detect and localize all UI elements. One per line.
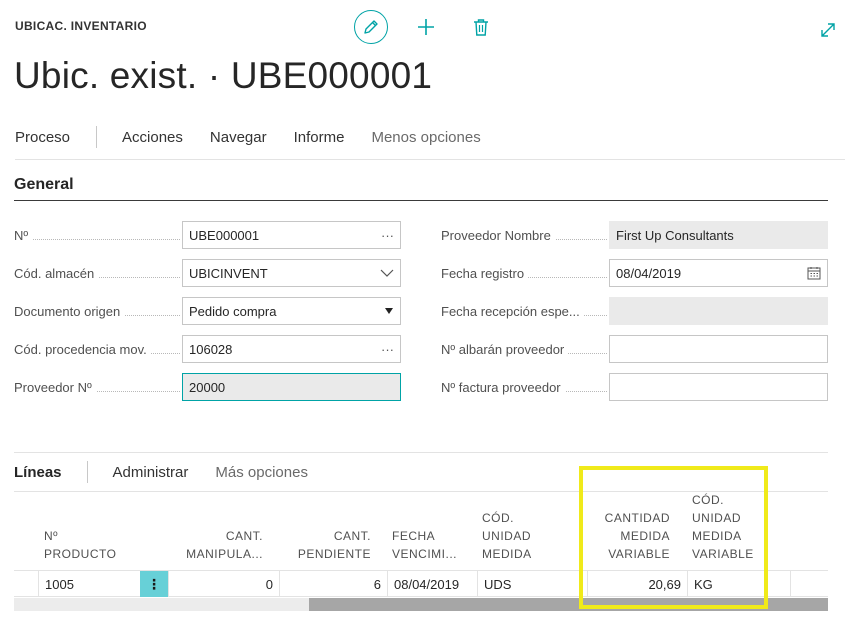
cell-cod-unidad[interactable]: UDS xyxy=(477,571,587,597)
vertical-ellipsis-icon: ⋮ xyxy=(147,575,161,592)
menu-more-options[interactable]: Más opciones xyxy=(215,464,308,481)
doc-origen-select[interactable]: Pedido compra xyxy=(182,297,401,325)
menu-navegar[interactable]: Navegar xyxy=(210,129,267,146)
chevron-down-icon[interactable] xyxy=(380,268,394,278)
trash-icon xyxy=(474,19,488,36)
row-menu-button[interactable]: ⋮ xyxy=(140,571,168,597)
label-procedencia: Cód. procedencia mov. xyxy=(14,342,180,357)
assist-edit-icon[interactable]: ··· xyxy=(381,228,394,243)
menu-less-options[interactable]: Menos opciones xyxy=(371,129,480,146)
calendar-icon[interactable] xyxy=(807,266,821,280)
label-no: Nº xyxy=(14,228,180,243)
section-divider xyxy=(14,200,828,201)
almacen-field[interactable]: UBICINVENT xyxy=(182,259,401,287)
section-general-title[interactable]: General xyxy=(14,176,74,194)
cell-cod-unidad-variable[interactable]: KG xyxy=(687,571,790,597)
page-caption: UBICAC. INVENTARIO xyxy=(15,19,147,33)
no-field[interactable]: UBE000001 ··· xyxy=(182,221,401,249)
factura-field[interactable] xyxy=(609,373,828,401)
label-factura: Nº factura proveedor xyxy=(441,380,607,395)
col-header-cod-unidad-medida-variable[interactable]: CÓD. UNIDAD MEDIDA VARIABLE xyxy=(692,491,754,563)
page-toolbar xyxy=(354,10,498,44)
delete-button[interactable] xyxy=(464,10,498,44)
caret-down-icon xyxy=(385,308,393,314)
col-header-producto[interactable]: Nº PRODUCTO xyxy=(44,527,116,563)
expand-icon xyxy=(821,23,835,37)
menu-informe[interactable]: Informe xyxy=(294,129,345,146)
new-button[interactable] xyxy=(409,10,443,44)
col-header-fecha-vencimiento[interactable]: FECHA VENCIMI... xyxy=(392,527,457,563)
table-row[interactable]: 1005 ⋮ 0 6 08/04/2019 UDS 20,69 KG xyxy=(14,570,828,597)
fecha-registro-field[interactable]: 08/04/2019 xyxy=(609,259,828,287)
procedencia-field[interactable]: 106028 ··· xyxy=(182,335,401,363)
edit-button[interactable] xyxy=(354,10,388,44)
proveedor-nombre-field: First Up Consultants xyxy=(609,221,828,249)
menu-administrar[interactable]: Administrar xyxy=(113,464,189,481)
menu-proceso[interactable]: Proceso xyxy=(15,129,70,146)
scrollbar-thumb[interactable] xyxy=(309,598,828,611)
pencil-icon xyxy=(364,20,378,34)
label-proveedor-nombre: Proveedor Nombre xyxy=(441,228,607,243)
cell-cantidad-variable[interactable]: 20,69 xyxy=(587,571,687,597)
label-proveedor-no: Proveedor Nº xyxy=(14,380,180,395)
col-header-cant-manipular[interactable]: CANT. MANIPULA... xyxy=(170,527,263,563)
action-bar: Proceso Acciones Navegar Informe Menos o… xyxy=(15,124,845,160)
label-albaran: Nº albarán proveedor xyxy=(441,342,607,357)
action-separator xyxy=(96,126,98,148)
cell-cant-pendiente[interactable]: 6 xyxy=(279,571,387,597)
label-fecha-recepcion: Fecha recepción espe... xyxy=(441,304,607,319)
lookup-dots-icon[interactable]: ··· xyxy=(381,342,394,357)
lines-title[interactable]: Líneas xyxy=(14,464,62,481)
lines-separator xyxy=(86,461,88,483)
lines-action-bar: Líneas Administrar Más opciones xyxy=(14,452,828,492)
fecha-recepcion-field xyxy=(609,297,828,325)
plus-icon xyxy=(418,19,434,35)
col-header-cod-unidad-medida[interactable]: CÓD. UNIDAD MEDIDA xyxy=(482,509,532,563)
label-almacen: Cód. almacén xyxy=(14,266,180,281)
expand-button[interactable] xyxy=(818,20,838,40)
label-fecha-registro: Fecha registro xyxy=(441,266,607,281)
label-doc-origen: Documento origen xyxy=(14,304,180,319)
col-header-cant-pendiente[interactable]: CANT. PENDIENTE xyxy=(280,527,371,563)
albaran-field[interactable] xyxy=(609,335,828,363)
col-header-cantidad-medida-variable[interactable]: CANTIDAD MEDIDA VARIABLE xyxy=(590,509,670,563)
cell-cant-manipular[interactable]: 0 xyxy=(168,571,279,597)
cell-producto[interactable]: 1005 xyxy=(38,571,140,597)
menu-acciones[interactable]: Acciones xyxy=(122,129,183,146)
cell-empty xyxy=(790,571,828,597)
page-title: Ubic. exist. · UBE000001 xyxy=(14,55,433,96)
proveedor-no-field[interactable]: 20000 xyxy=(182,373,401,401)
cell-fecha-vencimiento[interactable]: 08/04/2019 xyxy=(387,571,477,597)
